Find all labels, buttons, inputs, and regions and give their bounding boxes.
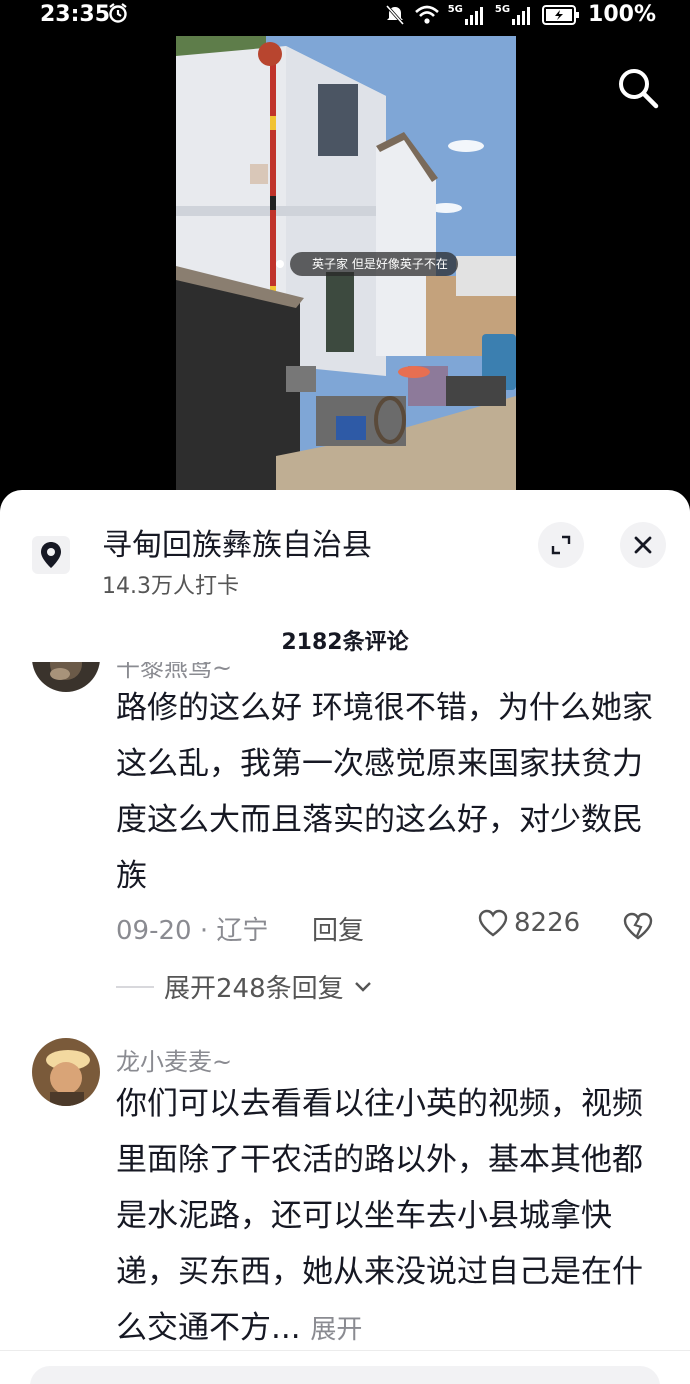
comment-input[interactable] (30, 1366, 660, 1384)
location-checkin-count: 14.3万人打卡 (102, 574, 239, 599)
comment-text[interactable]: 你们可以去看看以往小英的视频，视频里面除了干农活的路以外，基本其他都是水泥路，还… (116, 1076, 668, 1358)
alarm-icon (109, 3, 127, 23)
like-button[interactable]: 8226 (478, 908, 580, 938)
comment-author[interactable]: 龙小麦麦~ (116, 1042, 232, 1077)
video-caption: 英子家 但是好像英子不在 (276, 252, 458, 276)
battery-level: 100% (588, 2, 656, 27)
comment-date-location: 09-20 · 辽宁 (116, 916, 269, 946)
video-player[interactable]: 英子家 但是好像英子不在 (0, 34, 690, 504)
caption-dot-icon (276, 260, 284, 268)
expand-replies-label: 展开248条回复 (164, 974, 344, 1004)
battery-icon (542, 4, 580, 25)
chevron-down-icon (354, 981, 371, 992)
mute-icon (385, 4, 404, 25)
divider-line (116, 985, 154, 988)
reply-button[interactable]: 回复 (312, 910, 364, 947)
expand-replies-button[interactable]: 展开248条回复 (116, 968, 372, 1005)
status-icons: 5G 5G 100% (384, 2, 656, 27)
show-more-link[interactable]: 展开 (310, 1315, 362, 1345)
expand-button[interactable] (538, 522, 584, 568)
comment-count-title: 2182条评论 (281, 630, 409, 655)
avatar[interactable] (32, 1038, 100, 1106)
close-icon (634, 536, 652, 554)
avatar[interactable] (32, 662, 100, 692)
wifi-icon (414, 5, 439, 24)
signal-icon: 5G (495, 4, 534, 25)
location-title[interactable]: 寻甸回族彝族自治县 (102, 520, 372, 564)
close-button[interactable] (620, 522, 666, 568)
comment-list[interactable]: 千黎燕鸢~ 路修的这么好 环境很不错，为什么她家这么乱，我第一次感觉原来国家扶贫… (0, 662, 690, 1384)
video-caption-text: 英子家 但是好像英子不在 (312, 257, 448, 271)
dislike-icon[interactable] (622, 912, 654, 940)
search-icon[interactable] (614, 64, 662, 112)
signal-icon: 5G (448, 4, 487, 25)
status-time: 23:35 (40, 2, 111, 27)
location-pin-icon[interactable] (32, 536, 70, 574)
like-count: 8226 (514, 908, 581, 938)
status-bar: 23:35 5G 5G 100% (0, 0, 690, 34)
comment-sheet: 寻甸回族彝族自治县 14.3万人打卡 2182条评论 千黎燕鸢~ 路修的这么好 … (0, 490, 690, 1384)
divider (0, 1350, 690, 1351)
comment-text-body: 你们可以去看看以往小英的视频，视频里面除了干农活的路以外，基本其他都是水泥路，还… (116, 1086, 643, 1346)
expand-icon (551, 535, 571, 555)
comment-text[interactable]: 路修的这么好 环境很不错，为什么她家这么乱，我第一次感觉原来国家扶贫力度这么大而… (116, 680, 668, 904)
heart-icon (478, 909, 508, 937)
